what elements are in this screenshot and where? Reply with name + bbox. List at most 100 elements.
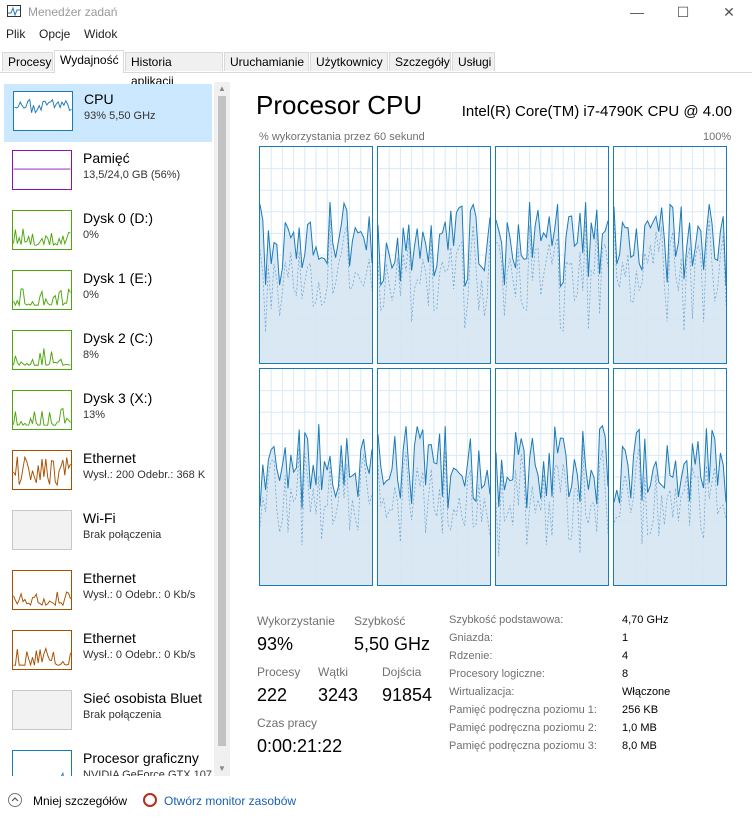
sidebar-item[interactable]: Dysk 2 (C:) 8% xyxy=(4,324,210,380)
detail-value: 8,0 MB xyxy=(622,740,657,752)
sidebar-item[interactable]: Dysk 1 (E:) 0% xyxy=(4,264,210,320)
speed-value: 5,50 GHz xyxy=(354,634,431,654)
sidebar-thumbnail-graph xyxy=(12,570,72,610)
utilization-label: Wykorzystanie xyxy=(257,614,335,628)
menu-file[interactable]: Plik xyxy=(6,27,25,41)
logical-processor-graph xyxy=(259,146,373,364)
fewer-details-button[interactable]: Mniej szczegółów xyxy=(33,794,127,808)
sidebar-item-subtitle: 8% xyxy=(83,349,99,361)
tab-services[interactable]: Usługi xyxy=(452,52,495,71)
detail-key: Pamięć podręczna poziomu 3: xyxy=(449,740,597,752)
page-title: Procesor CPU xyxy=(256,90,423,120)
sidebar-thumbnail-graph xyxy=(12,510,72,550)
logical-processor-graph xyxy=(613,146,727,364)
tab-performance[interactable]: Wydajność xyxy=(54,50,124,73)
sidebar-item[interactable]: CPU 93% 5,50 GHz xyxy=(4,84,212,142)
sidebar-item[interactable]: Sieć osobista Bluet Brak połączenia xyxy=(4,684,210,740)
detail-key: Rdzenie: xyxy=(449,650,493,662)
menu-view[interactable]: Widok xyxy=(84,27,117,41)
sidebar-item[interactable]: Ethernet Wysł.: 200 Odebr.: 368 K xyxy=(4,444,210,500)
menu-options[interactable]: Opcje xyxy=(39,27,70,41)
sidebar-item-subtitle: Brak połączenia xyxy=(83,709,162,721)
utilization-value: 93% xyxy=(257,634,294,654)
detail-key: Pamięć podręczna poziomu 2: xyxy=(449,722,597,734)
maximize-button[interactable]: ☐ xyxy=(660,0,706,24)
detail-key: Procesory logiczne: xyxy=(449,668,545,680)
speed-label: Szybkość xyxy=(354,614,406,628)
processes-value: 222 xyxy=(257,685,288,705)
logical-processor-graph xyxy=(613,368,727,586)
tab-details[interactable]: Szczegóły xyxy=(389,52,451,71)
detail-value: 256 KB xyxy=(622,704,659,716)
sidebar-thumbnail-graph xyxy=(12,690,72,730)
sidebar-item-name: Dysk 0 (D:) xyxy=(83,210,153,226)
sidebar-item-subtitle: Wysł.: 0 Odebr.: 0 Kb/s xyxy=(83,649,196,661)
detail-value: 4 xyxy=(622,650,629,662)
logical-processor-graph xyxy=(495,368,609,586)
resource-sidebar: CPU 93% 5,50 GHz Pamięć 13,5/24,0 GB (56%) D… xyxy=(0,80,230,776)
sidebar-item-subtitle: 13% xyxy=(83,409,106,421)
sidebar-thumbnail-graph xyxy=(12,330,72,370)
sidebar-item-name: Sieć osobista Bluet xyxy=(83,690,203,706)
sidebar-item-subtitle: 0% xyxy=(83,289,99,301)
sidebar-thumbnail-graph xyxy=(12,750,72,776)
minimize-button[interactable]: — xyxy=(614,0,660,24)
detail-value: 8 xyxy=(622,668,629,680)
sidebar-item[interactable]: Pamięć 13,5/24,0 GB (56%) xyxy=(4,144,210,200)
sidebar-thumbnail-graph xyxy=(12,270,72,310)
logical-processor-graph xyxy=(377,368,491,586)
close-button[interactable]: ✕ xyxy=(706,0,752,24)
handles-label: Dojścia xyxy=(382,665,422,679)
sidebar-item-name: CPU xyxy=(84,91,114,107)
sidebar-item-name: Ethernet xyxy=(83,630,136,646)
tab-startup[interactable]: Uruchamianie xyxy=(224,52,309,71)
tab-users[interactable]: Użytkownicy xyxy=(310,52,388,71)
tab-bar: Procesy Wydajność Historia aplikacji Uru… xyxy=(0,50,752,88)
sidebar-item-subtitle: 93% 5,50 GHz xyxy=(84,110,156,122)
tab-app-history[interactable]: Historia aplikacji xyxy=(125,52,223,88)
footer: Mniej szczegółów Otwórz monitor zasobów xyxy=(0,786,752,816)
logical-processor-graph xyxy=(377,146,491,364)
sidebar-item[interactable]: Dysk 3 (X:) 13% xyxy=(4,384,210,440)
sidebar-item-subtitle: Wysł.: 0 Odebr.: 0 Kb/s xyxy=(83,589,196,601)
processes-label: Procesy xyxy=(257,665,301,679)
sidebar-item-name: Pamięć xyxy=(83,150,130,166)
sidebar-item-name: Dysk 3 (X:) xyxy=(83,390,153,406)
sidebar-scrollbar[interactable]: ▲ ▼ xyxy=(214,82,230,776)
scrollbar-thumb[interactable] xyxy=(218,96,226,746)
sidebar-item-name: Ethernet xyxy=(83,570,136,586)
sidebar-item-name: Wi-Fi xyxy=(83,510,116,526)
sidebar-item-subtitle: 0% xyxy=(83,229,99,241)
detail-key: Gniazda: xyxy=(449,632,494,644)
sidebar-thumbnail-graph xyxy=(13,91,73,131)
sidebar-thumbnail-graph xyxy=(12,450,72,490)
sidebar-item[interactable]: Procesor graficzny NVIDIA GeForce GTX 107 xyxy=(4,744,212,776)
detail-key: Pamięć podręczna poziomu 1: xyxy=(449,704,597,716)
tab-processes[interactable]: Procesy xyxy=(2,52,53,71)
uptime-value: 0:00:21:22 xyxy=(257,736,343,756)
threads-value: 3243 xyxy=(318,685,359,705)
sidebar-item-subtitle: Wysł.: 200 Odebr.: 368 K xyxy=(83,469,206,481)
chevron-up-icon[interactable] xyxy=(8,793,22,807)
open-resource-monitor-link[interactable]: Otwórz monitor zasobów xyxy=(164,794,296,808)
sidebar-item[interactable]: Ethernet Wysł.: 0 Odebr.: 0 Kb/s xyxy=(4,624,210,680)
scroll-up-icon[interactable]: ▲ xyxy=(218,85,226,93)
sidebar-item-name: Dysk 1 (E:) xyxy=(83,270,153,286)
sidebar-thumbnail-graph xyxy=(12,630,72,670)
sidebar-thumbnail-graph xyxy=(12,150,72,190)
sidebar-item-name: Dysk 2 (C:) xyxy=(83,330,153,346)
scroll-down-icon[interactable]: ▼ xyxy=(218,765,226,773)
utilization-max-label: 100% xyxy=(703,131,732,143)
sidebar-item-subtitle: NVIDIA GeForce GTX 107 xyxy=(83,769,212,776)
sidebar-item[interactable]: Wi-Fi Brak połączenia xyxy=(4,504,210,560)
handles-value: 91854 xyxy=(382,685,433,705)
sidebar-item[interactable]: Ethernet Wysł.: 0 Odebr.: 0 Kb/s xyxy=(4,564,210,620)
detail-value: 1 xyxy=(622,632,629,644)
sidebar-thumbnail-graph xyxy=(12,210,72,250)
task-manager-icon xyxy=(7,5,21,17)
threads-label: Wątki xyxy=(318,665,348,679)
sidebar-item[interactable]: Dysk 0 (D:) 0% xyxy=(4,204,210,260)
logical-processor-graph xyxy=(259,368,373,586)
title-bar: Menedżer zadań — ☐ ✕ xyxy=(0,0,752,24)
detail-value: 4,70 GHz xyxy=(622,614,669,626)
